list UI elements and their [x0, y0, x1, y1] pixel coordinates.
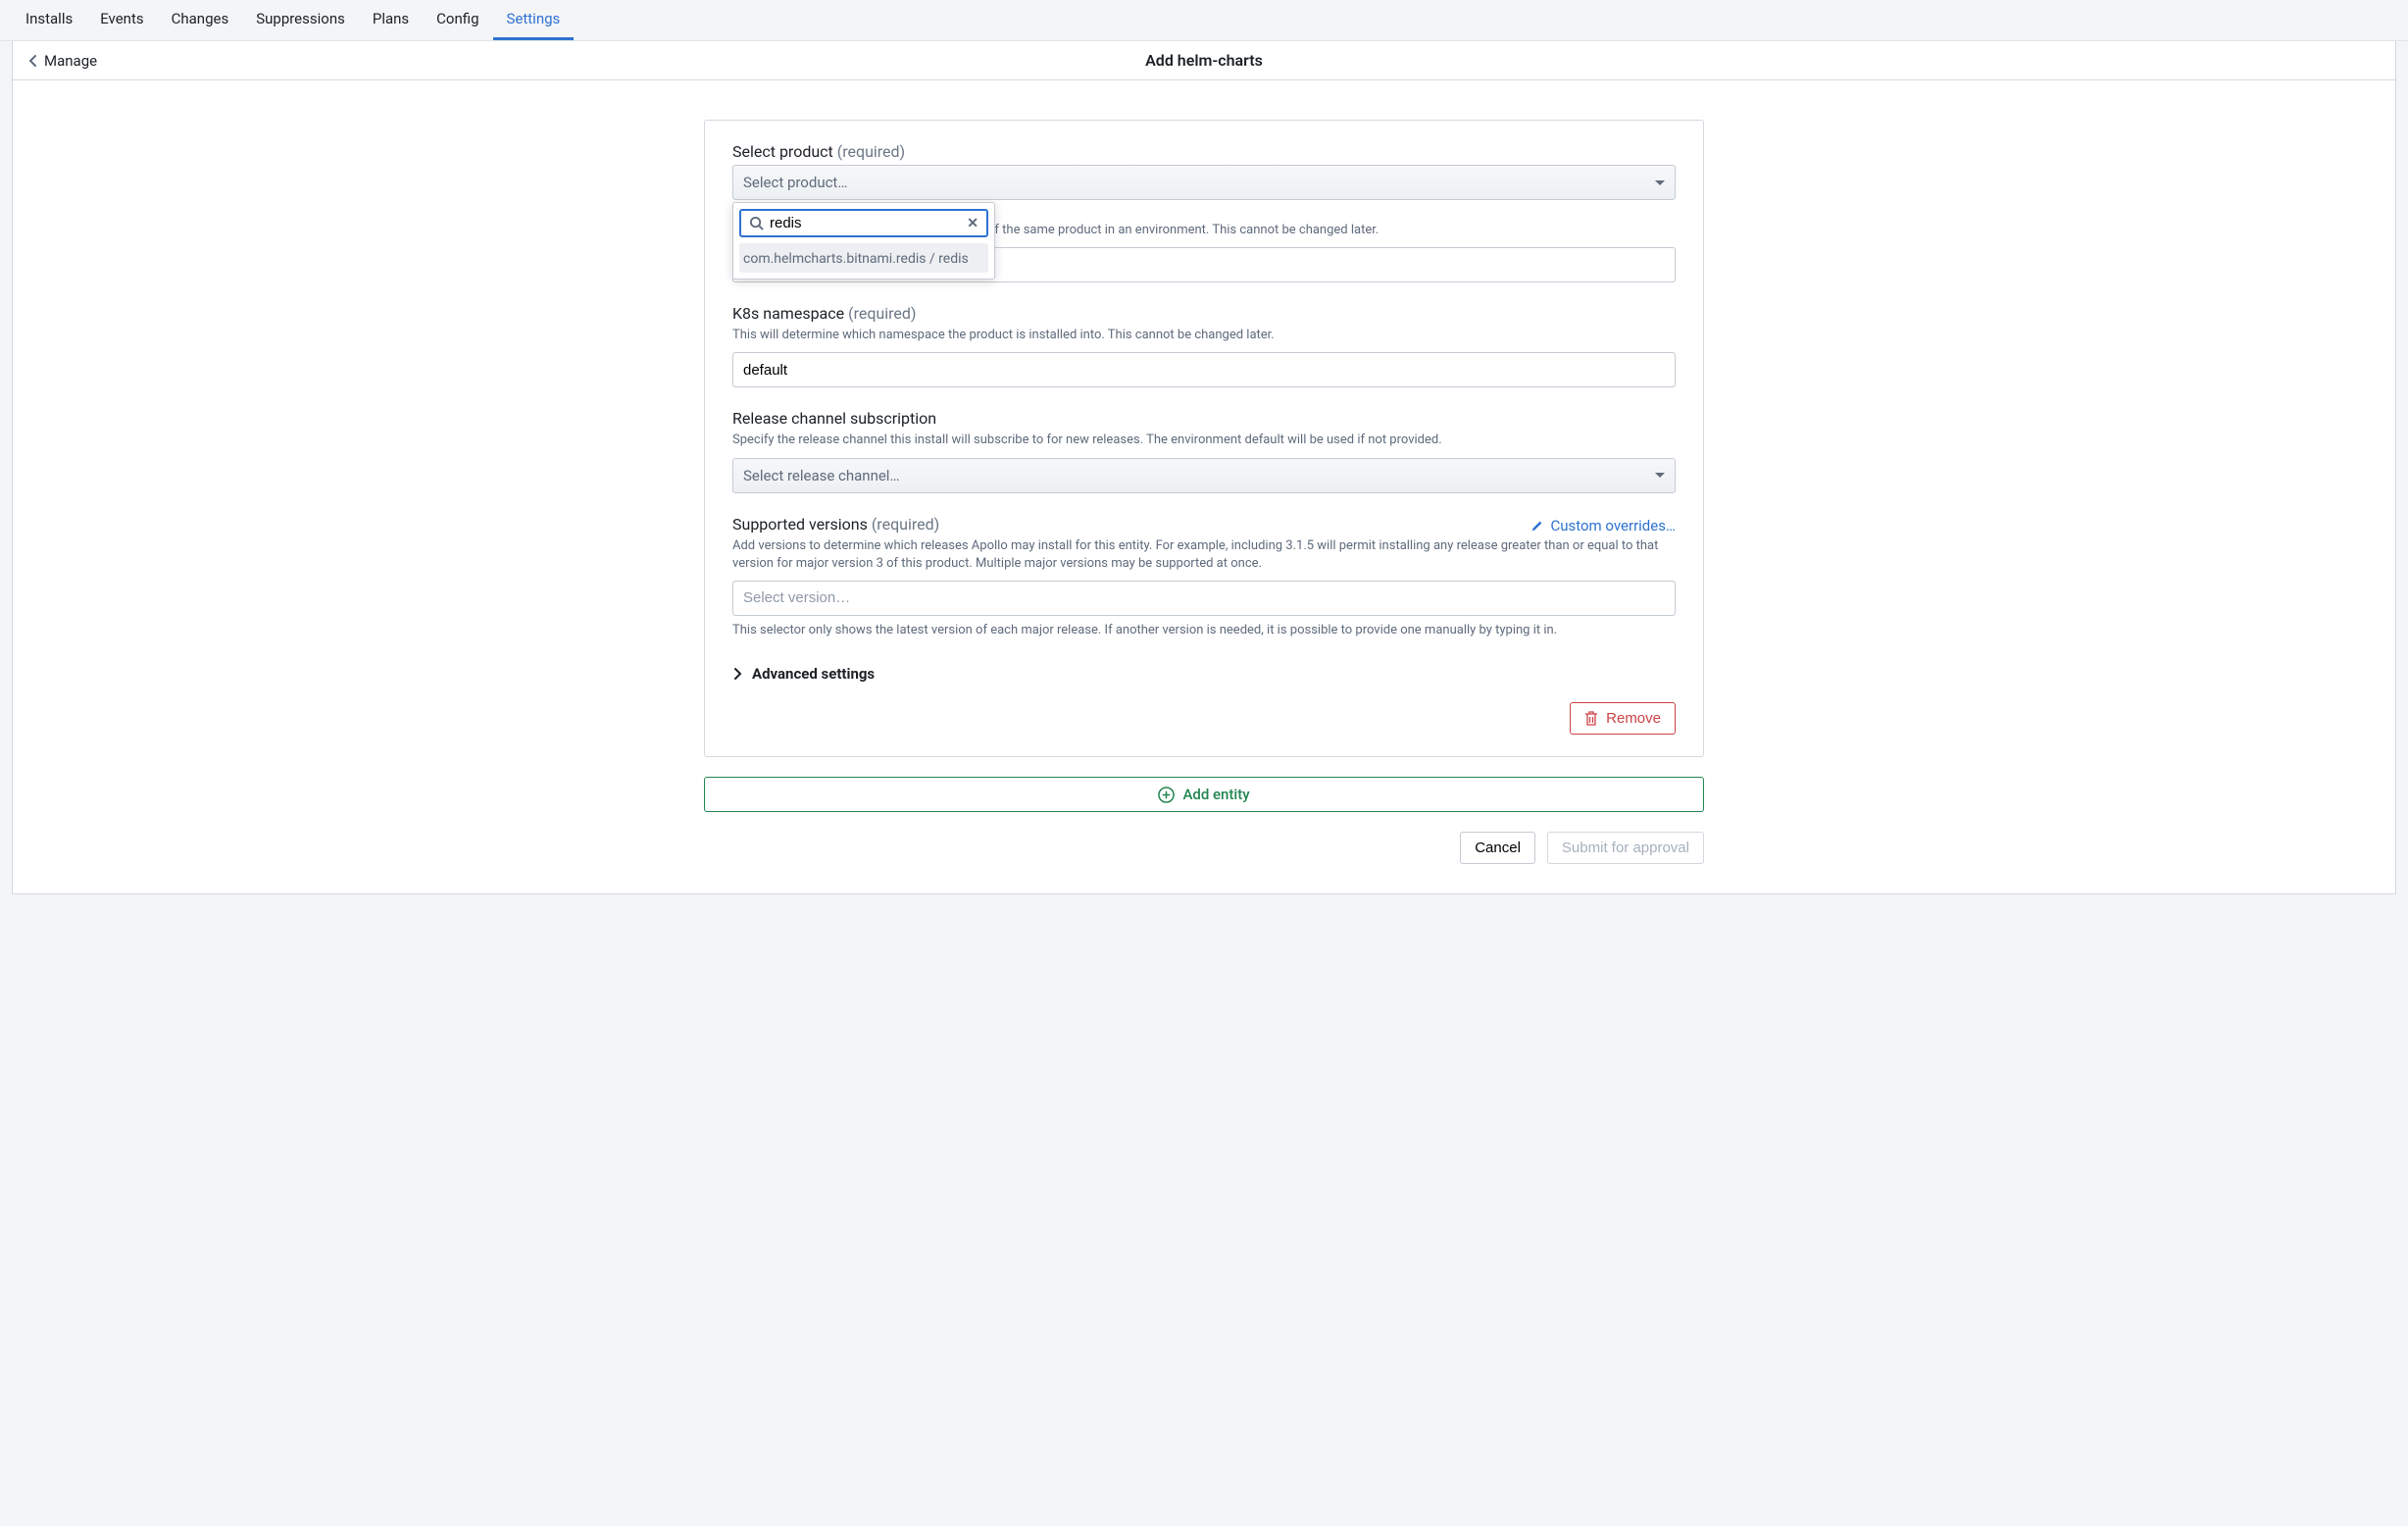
product-required: (required) [837, 142, 905, 161]
tab-settings[interactable]: Settings [493, 0, 575, 40]
remove-label: Remove [1606, 710, 1661, 727]
tab-config[interactable]: Config [423, 0, 492, 40]
channel-select[interactable]: Select release channel… [732, 458, 1676, 493]
advanced-settings-toggle[interactable]: Advanced settings [732, 661, 1676, 687]
channel-help: Specify the release channel this install… [732, 432, 1676, 449]
add-entity-label: Add entity [1182, 786, 1249, 803]
main-content: Select product (required) Select product… [12, 80, 2396, 894]
advanced-settings-label: Advanced settings [752, 665, 875, 683]
namespace-help: This will determine which namespace the … [732, 327, 1676, 344]
channel-select-placeholder: Select release channel… [743, 467, 900, 484]
product-label: Select product (required) [732, 142, 1676, 161]
versions-label-text: Supported versions [732, 515, 868, 534]
custom-overrides-label: Custom overrides… [1550, 517, 1676, 534]
namespace-label: K8s namespace (required) [732, 304, 1676, 323]
versions-footer-help: This selector only shows the latest vers… [732, 622, 1676, 639]
product-label-text: Select product [732, 142, 833, 161]
versions-input[interactable] [732, 581, 1676, 616]
channel-group: Release channel subscription Specify the… [732, 409, 1676, 492]
product-search-input[interactable] [770, 215, 961, 231]
entity-form-card: Select product (required) Select product… [704, 120, 1704, 757]
product-option[interactable]: com.helmcharts.bitnami.redis / redis [739, 243, 988, 273]
tab-plans[interactable]: Plans [359, 0, 423, 40]
product-dropdown: ✕ com.helmcharts.bitnami.redis / redis [732, 202, 995, 280]
product-group: Select product (required) Select product… [732, 142, 1676, 200]
namespace-input[interactable] [732, 352, 1676, 387]
page-actions: Cancel Submit for approval [704, 832, 1704, 893]
chevron-left-icon [28, 54, 38, 68]
entity-help-partial: of the same product in an environment. T… [987, 222, 1676, 239]
tab-suppressions[interactable]: Suppressions [242, 0, 359, 40]
back-button[interactable]: Manage [28, 52, 97, 70]
trash-icon [1584, 711, 1598, 727]
versions-label: Supported versions (required) [732, 515, 939, 534]
chevron-right-icon [732, 667, 742, 681]
versions-help: Add versions to determine which releases… [732, 537, 1676, 573]
plus-circle-icon [1158, 787, 1175, 803]
channel-label: Release channel subscription [732, 409, 1676, 428]
tab-events[interactable]: Events [86, 0, 157, 40]
caret-down-icon [1655, 180, 1665, 185]
custom-overrides-button[interactable]: Custom overrides… [1530, 517, 1676, 534]
caret-down-icon [1655, 473, 1665, 478]
product-select[interactable]: Select product… [732, 165, 1676, 200]
tab-installs[interactable]: Installs [12, 0, 86, 40]
subheader: Manage Add helm-charts [12, 41, 2396, 80]
product-select-placeholder: Select product… [743, 174, 847, 191]
product-search-wrapper: ✕ [739, 209, 988, 237]
tab-changes[interactable]: Changes [158, 0, 243, 40]
page-title: Add helm-charts [1145, 51, 1263, 70]
submit-button[interactable]: Submit for approval [1547, 832, 1704, 864]
card-footer: Remove [732, 702, 1676, 735]
namespace-label-text: K8s namespace [732, 304, 844, 323]
namespace-required: (required) [848, 304, 916, 323]
versions-required: (required) [872, 515, 939, 534]
clear-search-icon[interactable]: ✕ [967, 216, 978, 231]
namespace-group: K8s namespace (required) This will deter… [732, 304, 1676, 387]
back-label: Manage [44, 52, 97, 70]
add-entity-button[interactable]: Add entity [704, 777, 1704, 812]
cancel-button[interactable]: Cancel [1460, 832, 1535, 864]
versions-group: Supported versions (required) Custom ove… [732, 515, 1676, 640]
search-icon [749, 216, 764, 230]
remove-button[interactable]: Remove [1570, 702, 1676, 735]
top-tabs: Installs Events Changes Suppressions Pla… [0, 0, 2408, 41]
pencil-icon [1530, 519, 1544, 533]
